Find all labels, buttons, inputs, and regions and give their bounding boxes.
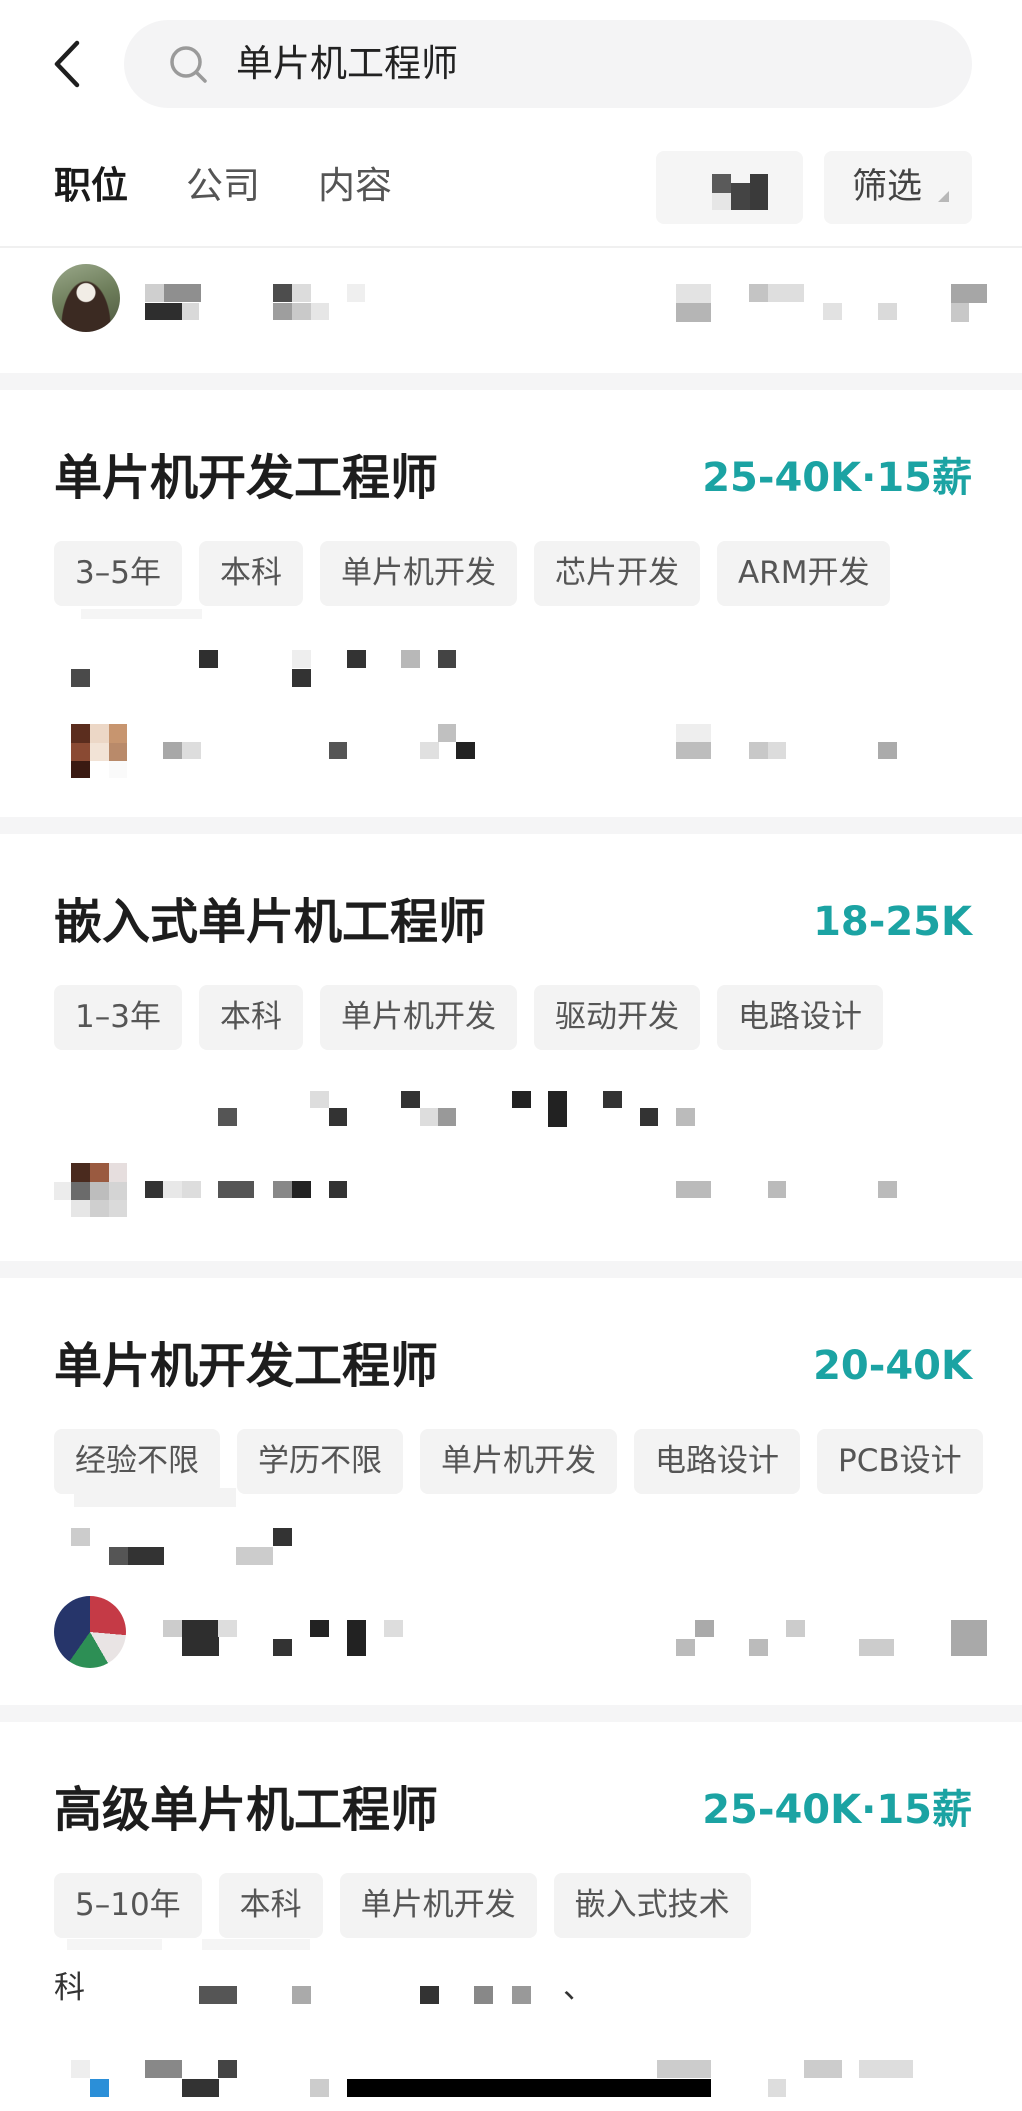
job-salary: 25-40K·15薪 <box>702 455 972 501</box>
job-tag: 本科 <box>198 985 303 1050</box>
job-title: 嵌入式单片机工程师 <box>54 894 487 950</box>
card-separator <box>0 373 1022 390</box>
job-card-partial[interactable] <box>0 248 1022 373</box>
job-tag: PCB设计 <box>817 1429 983 1494</box>
job-tag: 嵌入式技术 <box>553 1873 751 1938</box>
redacted-option-button[interactable] <box>656 151 803 224</box>
card-separator <box>0 817 1022 834</box>
search-bar[interactable] <box>124 20 972 108</box>
job-salary: 25-40K·15薪 <box>702 1787 972 1833</box>
job-tag: ARM开发 <box>716 541 891 606</box>
company-punct-fragment: 、 <box>563 1970 594 2006</box>
job-card[interactable]: 单片机开发工程师 20-40K 经验不限 学历不限 单片机开发 电路设计 PCB… <box>0 1278 1022 1705</box>
job-tag: 1–3年 <box>54 985 182 1050</box>
job-tag: 单片机开发 <box>339 1873 537 1938</box>
company-text-fragment: 科 <box>54 1970 85 2006</box>
job-tag: 单片机开发 <box>319 541 517 606</box>
job-tag: 5–10年 <box>54 1873 202 1938</box>
back-arrow-icon <box>54 40 80 88</box>
filter-label: 筛选 <box>852 167 923 207</box>
job-tag: 单片机开发 <box>420 1429 617 1494</box>
job-tag: 单片机开发 <box>319 985 517 1050</box>
job-tag: 3–5年 <box>54 541 182 606</box>
job-title: 单片机开发工程师 <box>54 450 439 506</box>
job-tags: 5–10年 本科 单片机开发 嵌入式技术 <box>54 1873 1022 1938</box>
job-card[interactable]: 单片机开发工程师 25-40K·15薪 3–5年 本科 单片机开发 芯片开发 A… <box>0 390 1022 817</box>
recruiter-avatar <box>54 1596 126 1668</box>
job-tag: 电路设计 <box>716 985 883 1050</box>
job-tags: 经验不限 学历不限 单片机开发 电路设计 PCB设计 <box>54 1429 1022 1494</box>
job-card[interactable]: 嵌入式单片机工程师 18-25K 1–3年 本科 单片机开发 驱动开发 电路设计 <box>0 834 1022 1261</box>
tab-jobs[interactable]: 职位 <box>54 160 128 212</box>
job-tag: 经验不限 <box>54 1429 220 1494</box>
job-card[interactable]: 高级单片机工程师 25-40K·15薪 5–10年 本科 单片机开发 嵌入式技术… <box>0 1722 1022 2111</box>
back-button[interactable] <box>46 38 86 90</box>
filter-button[interactable]: 筛选 <box>824 151 972 224</box>
job-search-results-screen: 职位 公司 内容 筛选 单片机开发工程师 25-40K·15薪 3–5年 本科 … <box>0 0 1022 2111</box>
card-separator <box>0 1261 1022 1278</box>
job-tags: 3–5年 本科 单片机开发 芯片开发 ARM开发 <box>54 541 1022 606</box>
job-tag: 芯片开发 <box>533 541 700 606</box>
job-tag: 本科 <box>218 1873 323 1938</box>
recruiter-avatar <box>52 264 120 332</box>
tab-companies[interactable]: 公司 <box>186 160 260 212</box>
job-tag: 学历不限 <box>237 1429 403 1494</box>
job-title: 单片机开发工程师 <box>54 1338 439 1394</box>
job-tag: 本科 <box>198 541 303 606</box>
job-tag: 电路设计 <box>634 1429 800 1494</box>
job-salary: 18-25K <box>813 899 972 945</box>
job-tags: 1–3年 本科 单片机开发 驱动开发 电路设计 <box>54 985 1022 1050</box>
job-salary: 20-40K <box>813 1343 972 1389</box>
card-separator <box>0 1705 1022 1722</box>
job-tag: 驱动开发 <box>533 985 700 1050</box>
search-input[interactable] <box>236 20 936 108</box>
job-title: 高级单片机工程师 <box>54 1782 439 1838</box>
search-icon <box>170 46 207 83</box>
tab-content[interactable]: 内容 <box>318 160 392 212</box>
dropdown-corner-icon <box>938 191 949 202</box>
